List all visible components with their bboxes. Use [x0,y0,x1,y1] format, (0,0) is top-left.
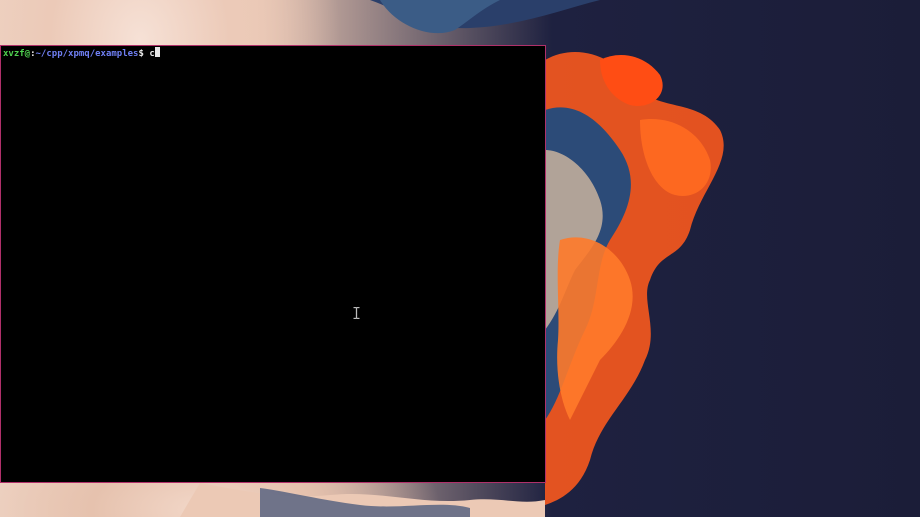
prompt-symbol: $ [138,49,150,59]
prompt-path: ~/cpp/xpmq/examples [35,49,139,59]
prompt-user-host: xvzf@ [3,49,31,59]
terminal-prompt-line: xvzf@:~/cpp/xpmq/examples$ c [3,47,160,60]
text-ibeam-icon [353,307,360,319]
text-cursor [154,47,160,57]
terminal-window[interactable]: xvzf@:~/cpp/xpmq/examples$ c [0,45,546,483]
desktop-wallpaper: xvzf@:~/cpp/xpmq/examples$ c [0,0,920,517]
